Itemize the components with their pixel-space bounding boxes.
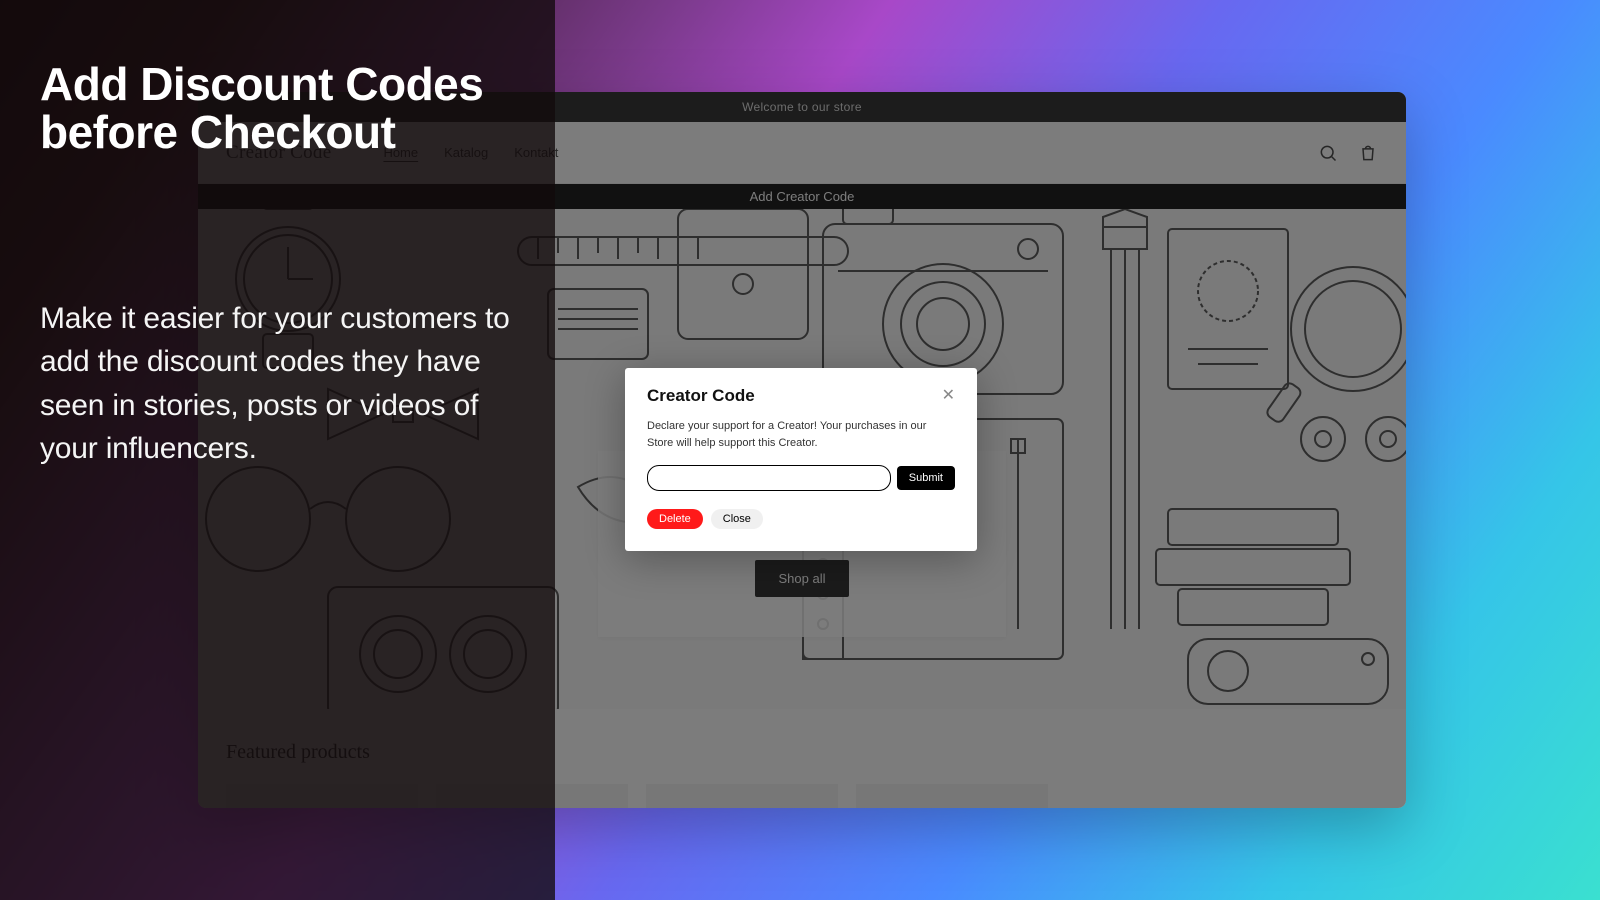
close-icon[interactable]: ✕ xyxy=(942,388,955,404)
delete-button[interactable]: Delete xyxy=(647,509,703,529)
modal-title: Creator Code xyxy=(647,386,755,406)
submit-button[interactable]: Submit xyxy=(897,466,955,490)
creator-code-modal: Creator Code ✕ Declare your support for … xyxy=(625,368,977,551)
creator-code-input[interactable] xyxy=(647,465,891,491)
modal-description: Declare your support for a Creator! Your… xyxy=(647,418,955,451)
close-button[interactable]: Close xyxy=(711,509,763,529)
